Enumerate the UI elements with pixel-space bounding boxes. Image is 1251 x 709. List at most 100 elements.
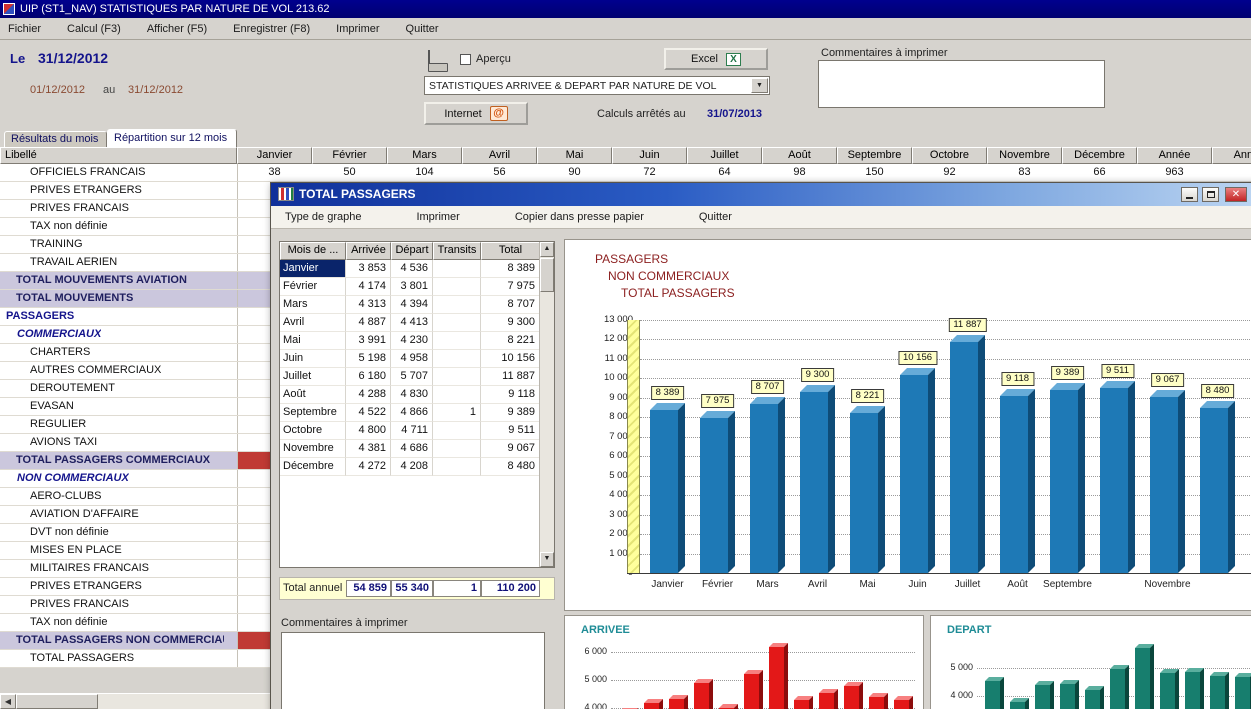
value-cell[interactable]: 5 198	[346, 350, 391, 368]
value-cell[interactable]: 10 156	[481, 350, 540, 368]
value-cell[interactable]	[433, 296, 481, 314]
grid-row-prives-francais[interactable]: PRIVES FRANCAIS	[0, 200, 270, 218]
table-vertical-scrollbar[interactable]: ▲▼	[539, 242, 554, 567]
grid-row-evasan[interactable]: EVASAN	[0, 398, 270, 416]
printer-icon[interactable]	[428, 51, 448, 68]
value-cell[interactable]: 4 958	[391, 350, 433, 368]
menu-item-copier-dans-presse-papier[interactable]: Copier dans presse papier	[515, 211, 644, 223]
value-cell[interactable]: 4 686	[391, 440, 433, 458]
value-cell[interactable]: 8 707	[481, 296, 540, 314]
value-cell[interactable]	[433, 260, 481, 278]
value-cell[interactable]	[433, 314, 481, 332]
value-cell[interactable]: 4 800	[346, 422, 391, 440]
column-header-juin[interactable]: Juin	[612, 147, 687, 164]
column-header-mois-de[interactable]: Mois de ...	[280, 242, 346, 260]
column-header-d-cembre[interactable]: Décembre	[1062, 147, 1137, 164]
commentaires-input[interactable]	[818, 60, 1105, 108]
horizontal-scrollbar[interactable]: ◀	[0, 693, 270, 709]
value-cell[interactable]: 3 853	[346, 260, 391, 278]
scroll-left-icon[interactable]: ◀	[0, 694, 16, 709]
column-header-juillet[interactable]: Juillet	[687, 147, 762, 164]
grid-row-dvt-non-d-finie[interactable]: DVT non définie	[0, 524, 270, 542]
month-cell[interactable]: Juillet	[280, 368, 346, 386]
grid-row-passagers[interactable]: PASSAGERS	[0, 308, 270, 326]
value-cell[interactable]: 3 801	[391, 278, 433, 296]
grid-row-aviation-d-affaire[interactable]: AVIATION D'AFFAIRE	[0, 506, 270, 524]
column-header-janvier[interactable]: Janvier	[237, 147, 312, 164]
value-cell[interactable]: 4 711	[391, 422, 433, 440]
value-cell[interactable]: 4 208	[391, 458, 433, 476]
value-cell[interactable]: 4 830	[391, 386, 433, 404]
column-header-ann-e[interactable]: Année	[1137, 147, 1212, 164]
value-cell[interactable]: 1	[433, 404, 481, 422]
value-cell[interactable]: 4 522	[346, 404, 391, 422]
menu-item-type-de-graphe[interactable]: Type de graphe	[285, 211, 361, 223]
value-cell[interactable]	[433, 440, 481, 458]
value-cell[interactable]: 4 288	[346, 386, 391, 404]
tab-r-partition-sur-12-mois[interactable]: Répartition sur 12 mois	[107, 129, 237, 147]
value-cell[interactable]: 9 300	[481, 314, 540, 332]
value-cell[interactable]	[433, 350, 481, 368]
child-titlebar[interactable]: TOTAL PASSAGERS ✕	[271, 183, 1251, 206]
value-cell[interactable]	[433, 332, 481, 350]
value-cell[interactable]: 4 413	[391, 314, 433, 332]
menu-item-afficher-f5[interactable]: Afficher (F5)	[147, 23, 207, 35]
child-commentaires-input[interactable]	[281, 632, 545, 709]
menu-item-imprimer[interactable]: Imprimer	[416, 211, 459, 223]
value-cell[interactable]: 4 536	[391, 260, 433, 278]
value-cell[interactable]: 4 272	[346, 458, 391, 476]
grid-row-non-commerciaux[interactable]: NON COMMERCIAUX	[0, 470, 270, 488]
value-cell[interactable]: 9 389	[481, 404, 540, 422]
tab-r-sultats-du-mois[interactable]: Résultats du mois	[4, 131, 107, 147]
column-header-septembre[interactable]: Septembre	[837, 147, 912, 164]
grid-row-prives-etrangers[interactable]: PRIVES ETRANGERS	[0, 578, 270, 596]
value-cell[interactable]: 11 887	[481, 368, 540, 386]
grid-row-prives-etrangers[interactable]: PRIVES ETRANGERS	[0, 182, 270, 200]
grid-row-aero-clubs[interactable]: AERO-CLUBS	[0, 488, 270, 506]
value-cell[interactable]: 4 174	[346, 278, 391, 296]
grid-row-total-mouvements[interactable]: TOTAL MOUVEMENTS	[0, 290, 270, 308]
excel-button[interactable]: Excel X	[664, 48, 768, 70]
grid-row-total-passagers-commerciaux[interactable]: TOTAL PASSAGERS COMMERCIAUX	[0, 452, 270, 470]
column-header-ao-t[interactable]: Août	[762, 147, 837, 164]
value-cell[interactable]: 8 221	[481, 332, 540, 350]
value-cell[interactable]	[433, 386, 481, 404]
minimize-button[interactable]	[1181, 187, 1198, 202]
column-header-arriv-e[interactable]: Arrivée	[346, 242, 391, 260]
grid-row-tax-non-d-finie[interactable]: TAX non définie	[0, 218, 270, 236]
column-header-libell[interactable]: Libellé	[0, 147, 237, 164]
maximize-button[interactable]	[1202, 187, 1219, 202]
month-cell[interactable]: Septembre	[280, 404, 346, 422]
column-header-novembre[interactable]: Novembre	[987, 147, 1062, 164]
grid-row-commerciaux[interactable]: COMMERCIAUX	[0, 326, 270, 344]
value-cell[interactable]: 9 067	[481, 440, 540, 458]
grid-row-autres-commerciaux[interactable]: AUTRES COMMERCIAUX	[0, 362, 270, 380]
chevron-down-icon[interactable]: ▼	[751, 78, 768, 93]
value-cell[interactable]: 4 230	[391, 332, 433, 350]
main-titlebar[interactable]: UIP (ST1_NAV) STATISTIQUES PAR NATURE DE…	[0, 0, 1251, 18]
grid-row-total-passagers-non-commerciaux[interactable]: TOTAL PASSAGERS NON COMMERCIAUX	[0, 632, 270, 650]
grid-row-mises-en-place[interactable]: MISES EN PLACE	[0, 542, 270, 560]
report-select[interactable]: STATISTIQUES ARRIVEE & DEPART PAR NATURE…	[424, 76, 770, 95]
column-header-total[interactable]: Total	[481, 242, 540, 260]
value-cell[interactable]: 8 480	[481, 458, 540, 476]
month-cell[interactable]: Mai	[280, 332, 346, 350]
close-button[interactable]: ✕	[1225, 187, 1247, 202]
column-header-mai[interactable]: Mai	[537, 147, 612, 164]
grid-row-total-passagers[interactable]: TOTAL PASSAGERS	[0, 650, 270, 668]
column-header-ann-e-2[interactable]: Année	[1212, 147, 1251, 164]
value-cell[interactable]: 4 866	[391, 404, 433, 422]
value-cell[interactable]: 3 991	[346, 332, 391, 350]
menu-item-enregistrer-f8[interactable]: Enregistrer (F8)	[233, 23, 310, 35]
scroll-up-icon[interactable]: ▲	[540, 242, 554, 257]
month-cell[interactable]: Octobre	[280, 422, 346, 440]
month-cell[interactable]: Mars	[280, 296, 346, 314]
internet-button[interactable]: Internet @	[424, 102, 528, 125]
grid-row-deroutement[interactable]: DEROUTEMENT	[0, 380, 270, 398]
grid-row-charters[interactable]: CHARTERS	[0, 344, 270, 362]
menu-item-quitter[interactable]: Quitter	[406, 23, 439, 35]
month-cell[interactable]: Décembre	[280, 458, 346, 476]
grid-row-prives-francais[interactable]: PRIVES FRANCAIS	[0, 596, 270, 614]
menu-item-calcul-f3[interactable]: Calcul (F3)	[67, 23, 121, 35]
month-cell[interactable]: Janvier	[280, 260, 346, 278]
